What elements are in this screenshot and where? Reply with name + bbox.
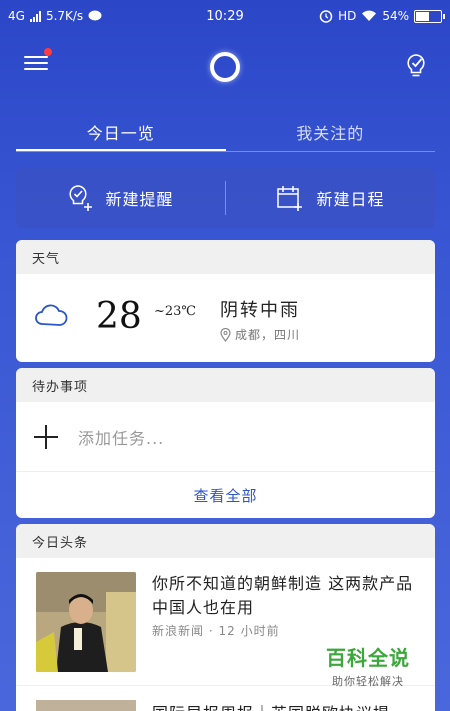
menu-button[interactable]: [24, 48, 52, 74]
status-time: 10:29: [206, 8, 244, 24]
news-header: 今日头条: [16, 524, 435, 558]
weather-card[interactable]: 天气 28 ~23℃ 阴转中雨 成都，四川: [16, 240, 435, 362]
news-thumbnail: [36, 700, 136, 711]
todo-header: 待办事项: [16, 368, 435, 402]
status-bar: 4G 5.7K/s 10:29 HD 54%: [0, 0, 450, 32]
quick-actions: 新建提醒 新建日程: [16, 168, 435, 228]
new-schedule-label: 新建日程: [316, 190, 385, 209]
network-label: 4G: [8, 9, 25, 23]
calendar-add-icon: [277, 186, 303, 211]
battery-percent: 54%: [382, 9, 409, 23]
status-left: 4G 5.7K/s: [8, 9, 102, 23]
new-reminder-button[interactable]: 新建提醒: [16, 183, 225, 213]
weather-condition: 阴转中雨: [220, 300, 300, 321]
plus-icon: [34, 424, 58, 449]
view-all-link[interactable]: 查看全部: [16, 472, 435, 518]
signal-icon: [29, 10, 41, 22]
new-reminder-label: 新建提醒: [105, 190, 174, 209]
reminder-icon: [69, 185, 93, 211]
news-thumbnail: [36, 572, 136, 672]
app-bar: [0, 44, 450, 88]
watermark: 百科全说 助你轻松解决: [326, 642, 410, 689]
cortana-icon[interactable]: [210, 52, 240, 82]
bulb-check-icon[interactable]: [404, 52, 428, 80]
tab-today[interactable]: 今日一览: [16, 112, 226, 151]
tab-bar: 今日一览 我关注的: [16, 112, 435, 152]
new-schedule-button[interactable]: 新建日程: [226, 184, 435, 212]
watermark-main: 百科全说: [326, 646, 410, 670]
todo-card: 待办事项 添加任务... 查看全部: [16, 368, 435, 518]
location: 成都，四川: [220, 326, 300, 343]
tab-following[interactable]: 我关注的: [226, 112, 436, 151]
weather-header: 天气: [16, 240, 435, 274]
news-title: 你所不知道的朝鲜制造 这两款产品中国人也在用: [152, 574, 414, 617]
cloudy-icon: [35, 304, 68, 326]
network-speed: 5.7K/s: [45, 9, 84, 23]
watermark-sub: 助你轻松解决: [332, 675, 404, 688]
news-item[interactable]: 国际早报周报｜英国脱欧协议提: [16, 686, 435, 711]
hd-label: HD: [338, 9, 357, 23]
notification-dot: [44, 48, 52, 56]
wifi-icon: [362, 10, 377, 21]
chat-bubble-icon: [88, 10, 102, 21]
news-time: 12 小时前: [218, 624, 280, 638]
status-right: HD 54%: [319, 9, 445, 23]
location-pin-icon: [220, 327, 231, 342]
news-meta: 新浪新闻 · 12 小时前: [152, 622, 280, 639]
battery-icon: [414, 9, 445, 23]
weather-body: 28 ~23℃ 阴转中雨 成都，四川: [16, 274, 435, 362]
news-title: 国际早报周报｜英国脱欧协议提: [152, 700, 390, 711]
temperature-range: ~23℃: [154, 304, 196, 319]
location-text: 成都，四川: [235, 328, 301, 342]
temperature: 28: [96, 296, 142, 337]
alarm-icon: [319, 10, 333, 23]
add-task-input[interactable]: 添加任务...: [16, 402, 435, 472]
news-source: 新浪新闻: [152, 624, 205, 638]
add-task-placeholder: 添加任务...: [78, 428, 165, 448]
